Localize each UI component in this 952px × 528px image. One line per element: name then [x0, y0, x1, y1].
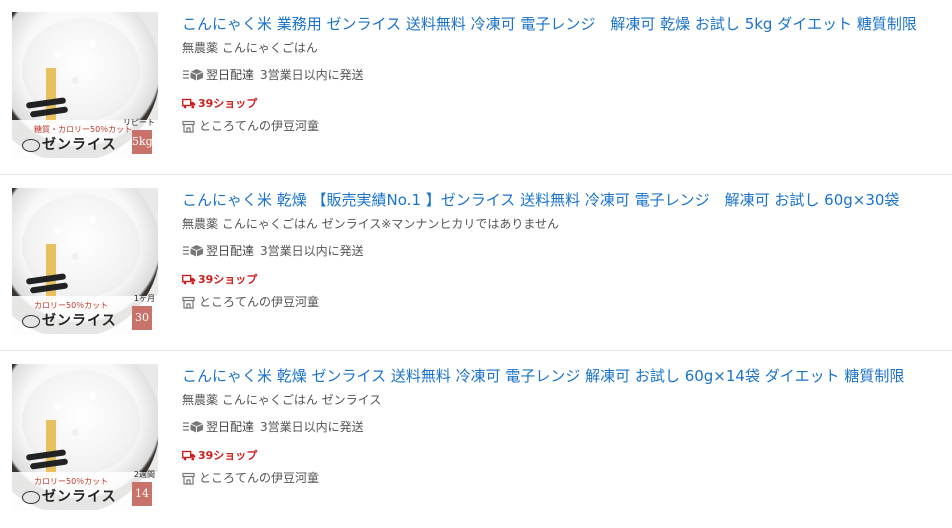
- stick-image: [46, 420, 56, 476]
- store-link[interactable]: ところてんの伊豆河童: [182, 293, 319, 310]
- product-item: カロリー50％カット ゼンライス 2週間 14袋 こんにゃく米 乾燥 ゼンライス…: [0, 352, 952, 528]
- truck-icon: [182, 450, 196, 461]
- shop39-badge: 39ショップ: [182, 447, 257, 463]
- store-link[interactable]: ところてんの伊豆河童: [182, 117, 319, 134]
- thumbnail-badge-caption: 1ヶ月: [133, 294, 155, 303]
- thumbnail-badge: 5kg: [132, 130, 153, 154]
- thumbnail-badge: 30袋: [132, 306, 152, 330]
- shipping-note: 3営業日以内に発送: [260, 244, 364, 258]
- thumbnail-badge-caption: リピート: [123, 118, 155, 127]
- product-item: 糖質・カロリー50％カット ゼンライス リピート 5kg こんにゃく米 業務用 …: [0, 0, 952, 176]
- store-name: ところてんの伊豆河童: [199, 119, 320, 133]
- stick-image: [46, 68, 56, 124]
- store-link[interactable]: ところてんの伊豆河童: [182, 469, 319, 486]
- thumbnail-badge-caption: 2週間: [133, 470, 155, 479]
- thumbnail-brand: ゼンライス: [42, 137, 117, 153]
- box-icon: [183, 421, 204, 433]
- storefront-icon: [182, 472, 195, 485]
- shop39-badge: 39ショップ: [182, 271, 257, 287]
- product-title-link[interactable]: こんにゃく米 業務用 ゼンライス 送料無料 冷凍可 電子レンジ 解凍可 乾燥 お…: [182, 14, 952, 34]
- shipping-info: 翌日配達 3営業日以内に発送: [182, 242, 364, 259]
- product-title-link[interactable]: こんにゃく米 乾燥 【販売実績No.1 】ゼンライス 送料無料 冷凍可 電子レン…: [182, 190, 952, 210]
- shipping-note: 3営業日以内に発送: [260, 420, 364, 434]
- product-subtitle: 無農薬 こんにゃくごはん: [182, 41, 318, 55]
- shipping-note: 3営業日以内に発送: [260, 68, 364, 82]
- storefront-icon: [182, 120, 195, 133]
- product-title-link[interactable]: こんにゃく米 乾燥 ゼンライス 送料無料 冷凍可 電子レンジ 解凍可 お試し 6…: [182, 366, 952, 386]
- divider: [0, 350, 952, 351]
- product-subtitle: 無農薬 こんにゃくごはん ゼンライス※マンナンヒカリではありません: [182, 217, 559, 231]
- divider: [0, 174, 952, 175]
- brand-logo-icon: [22, 139, 40, 152]
- product-subtitle: 無農薬 こんにゃくごはん ゼンライス: [182, 393, 382, 407]
- shipping-label: 翌日配達: [206, 68, 255, 82]
- brand-logo-icon: [22, 315, 40, 328]
- product-thumbnail[interactable]: カロリー50％カット ゼンライス 1ヶ月 30袋: [12, 188, 158, 334]
- shipping-label: 翌日配達: [206, 420, 255, 434]
- shipping-info: 翌日配達 3営業日以内に発送: [182, 418, 364, 435]
- brand-logo-icon: [22, 491, 40, 504]
- box-icon: [183, 69, 204, 81]
- product-thumbnail[interactable]: カロリー50％カット ゼンライス 2週間 14袋: [12, 364, 158, 510]
- store-name: ところてんの伊豆河童: [199, 295, 320, 309]
- shipping-label: 翌日配達: [206, 244, 255, 258]
- thumbnail-brand: ゼンライス: [42, 313, 117, 329]
- product-thumbnail[interactable]: 糖質・カロリー50％カット ゼンライス リピート 5kg: [12, 12, 158, 158]
- shipping-info: 翌日配達 3営業日以内に発送: [182, 66, 364, 83]
- truck-icon: [182, 98, 196, 109]
- box-icon: [183, 245, 204, 257]
- stick-image: [46, 244, 56, 300]
- product-item: カロリー50％カット ゼンライス 1ヶ月 30袋 こんにゃく米 乾燥 【販売実績…: [0, 176, 952, 352]
- thumbnail-badge: 14袋: [132, 482, 152, 506]
- store-name: ところてんの伊豆河童: [199, 471, 320, 485]
- storefront-icon: [182, 296, 195, 309]
- shop39-label: 39ショップ: [198, 97, 258, 110]
- truck-icon: [182, 274, 196, 285]
- shop39-badge: 39ショップ: [182, 95, 257, 111]
- thumbnail-brand: ゼンライス: [42, 489, 117, 505]
- shop39-label: 39ショップ: [198, 449, 258, 462]
- shop39-label: 39ショップ: [198, 273, 258, 286]
